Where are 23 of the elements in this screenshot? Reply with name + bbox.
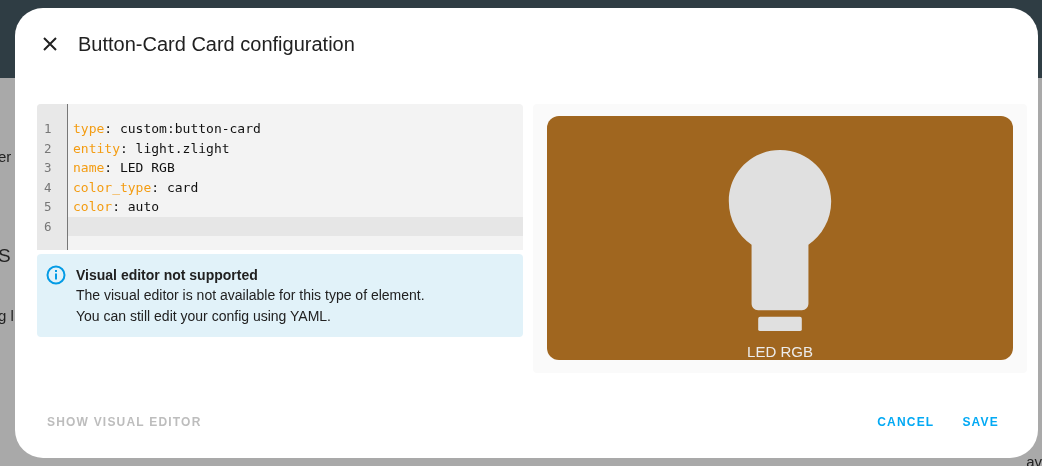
line-number: 2 — [43, 139, 53, 158]
card-name: LED RGB — [747, 343, 813, 360]
code-line: name: LED RGB — [73, 160, 175, 175]
code-editor[interactable]: 1 2 3 4 5 6 type: custom:button-card entity: light.zlight name: LED RGB color_type: card color: auto — [37, 104, 523, 250]
line-number: 5 — [43, 198, 53, 216]
code-line: type: custom:button-card — [73, 121, 261, 136]
line-number: 6 — [43, 217, 53, 236]
line-number: 4 — [43, 178, 53, 197]
light-bulb-icon — [726, 150, 834, 332]
alert-title: Visual editor not supported — [76, 266, 259, 285]
cancel-button[interactable]: CANCEL — [867, 407, 945, 437]
info-icon — [46, 265, 66, 285]
alert-message: The visual editor is not available for this type of element. — [76, 286, 425, 305]
code-line: color: auto — [73, 199, 160, 214]
code-line: color_type: card — [73, 179, 199, 195]
button-card[interactable]: LED RGB — [547, 116, 1013, 360]
code-line: entity: light.zlight — [73, 140, 230, 156]
close-icon[interactable] — [43, 37, 57, 51]
alert-message: You can still edit your config using YAML. — [76, 307, 332, 326]
save-button[interactable]: SAVE — [952, 407, 1009, 437]
line-number: 3 — [43, 159, 53, 177]
line-number: 1 — [43, 120, 53, 138]
dialog-title: Button-Card Card configuration — [78, 32, 355, 56]
